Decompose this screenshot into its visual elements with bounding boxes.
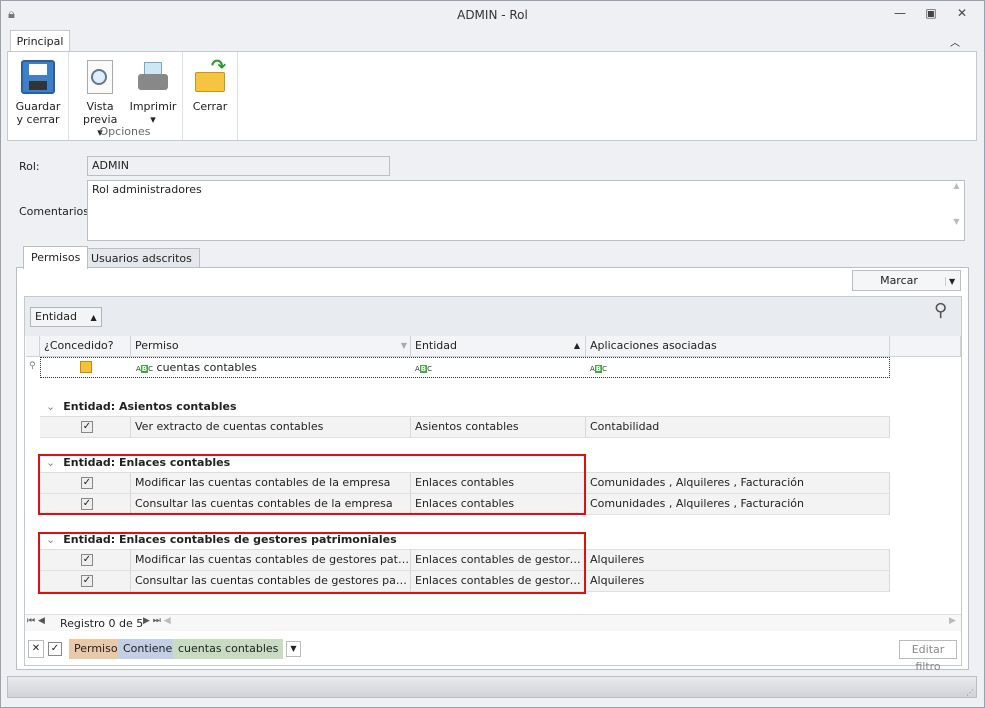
highlight-box [38, 454, 586, 515]
row-indicator-header [26, 336, 40, 357]
tab-permisos[interactable]: Permisos [23, 246, 89, 269]
aplicaciones-cell[interactable]: Alquileres [586, 571, 890, 592]
status-bar [7, 676, 977, 698]
folder-arrow-icon: ↷ [193, 58, 227, 94]
comments-label: Comentarios: [19, 205, 93, 218]
group-by-entidad[interactable]: Entidad ▲ [30, 307, 102, 327]
column-header-permiso[interactable]: Permiso ▼ [131, 336, 411, 357]
hscroll-right-icon[interactable]: ▶ [949, 616, 956, 626]
filter-chip-value[interactable]: cuentas contables [173, 639, 284, 659]
sort-asc-icon: ▲ [573, 341, 580, 350]
group-label-opciones: Opciones [99, 125, 151, 138]
column-header-concedido[interactable]: ¿Concedido? [40, 336, 131, 357]
filter-mru-dropdown[interactable]: ▼ [286, 641, 301, 657]
lock-icon: 🔒︎ [8, 7, 15, 22]
rol-label: Rol: [19, 160, 40, 173]
enable-filter-checkbox[interactable]: ✓ [48, 642, 62, 656]
tab-usuarios-adscritos[interactable]: Usuarios adscritos [83, 248, 200, 268]
filter-permiso-cell[interactable]: ABC cuentas contables [136, 361, 257, 374]
nav-first-prev-icons[interactable]: ⏮ ◀ [27, 616, 45, 626]
aplicaciones-cell[interactable]: Contabilidad [586, 417, 890, 438]
abc-icon: ABC [590, 365, 608, 373]
highlight-box [38, 532, 586, 594]
close-window-button[interactable]: ✕ [952, 6, 972, 24]
filter-entidad-cell[interactable]: ABC [415, 361, 432, 374]
record-counter: Registro 0 de 5 [60, 617, 144, 630]
group-row[interactable]: ⌄ Entidad: Asientos contables [46, 400, 237, 413]
printer-icon [136, 60, 170, 94]
marcar-button[interactable]: Marcar ▼ [852, 270, 961, 291]
window-title: ADMIN - Rol [457, 8, 528, 22]
column-header-aplicaciones[interactable]: Aplicaciones asociadas [586, 336, 890, 357]
filter-icon: ▼ [400, 341, 407, 350]
magnifier-document-icon [87, 60, 113, 94]
granted-checkbox[interactable]: ✓ [81, 421, 93, 433]
rol-input[interactable]: ADMIN [87, 156, 390, 176]
aplicaciones-cell[interactable]: Alquileres [586, 550, 890, 571]
ribbon-tab-principal[interactable]: Principal [10, 30, 70, 52]
floppy-disk-icon [21, 60, 55, 94]
group-panel [25, 297, 961, 336]
minimize-button[interactable]: — [890, 6, 910, 24]
maximize-button[interactable]: ▣ [921, 6, 941, 24]
header-filler [890, 336, 961, 357]
aplicaciones-cell[interactable]: Comunidades , Alquileres , Facturación [586, 494, 890, 515]
ribbon: Guardar y cerrar Vista previa ▾ Imprimir… [7, 51, 977, 141]
collapse-ribbon-icon[interactable]: ︿ [950, 34, 960, 49]
abc-icon: ABC [136, 365, 154, 373]
filter-chip-operator[interactable]: Contiene [118, 639, 178, 659]
permiso-cell[interactable]: Ver extracto de cuentas contables [131, 417, 411, 438]
comments-scrollbar[interactable]: ▲ ▼ [949, 181, 964, 240]
filter-chip-field[interactable]: Permiso [69, 639, 123, 659]
nav-next-last-icons[interactable]: ▶ ⏭ ◀ [143, 616, 171, 626]
column-header-entidad[interactable]: Entidad ▲ [411, 336, 586, 357]
edit-filter-button[interactable]: Editar filtro [899, 640, 957, 673]
filter-concedido-checkbox[interactable] [80, 361, 92, 373]
search-icon[interactable]: ⚲ [934, 300, 947, 321]
filter-row-indicator-icon: ⚲ [29, 361, 36, 371]
close-button[interactable]: ↷ Cerrar [188, 58, 232, 114]
clear-filter-button[interactable]: ✕ [28, 640, 44, 658]
save-close-button[interactable]: Guardar y cerrar [12, 60, 64, 126]
filter-apps-cell[interactable]: ABC [590, 361, 607, 374]
resize-grip-icon[interactable]: ⋰ [966, 688, 974, 697]
abc-icon: ABC [415, 365, 433, 373]
print-button[interactable]: Imprimir ▾ [128, 60, 178, 126]
chevron-down-icon: ⌄ [46, 400, 56, 413]
entidad-cell[interactable]: Asientos contables [411, 417, 586, 438]
comments-textarea[interactable]: Rol administradores [87, 180, 965, 241]
aplicaciones-cell[interactable]: Comunidades , Alquileres , Facturación [586, 473, 890, 494]
concedido-cell[interactable]: ✓ [40, 417, 131, 438]
